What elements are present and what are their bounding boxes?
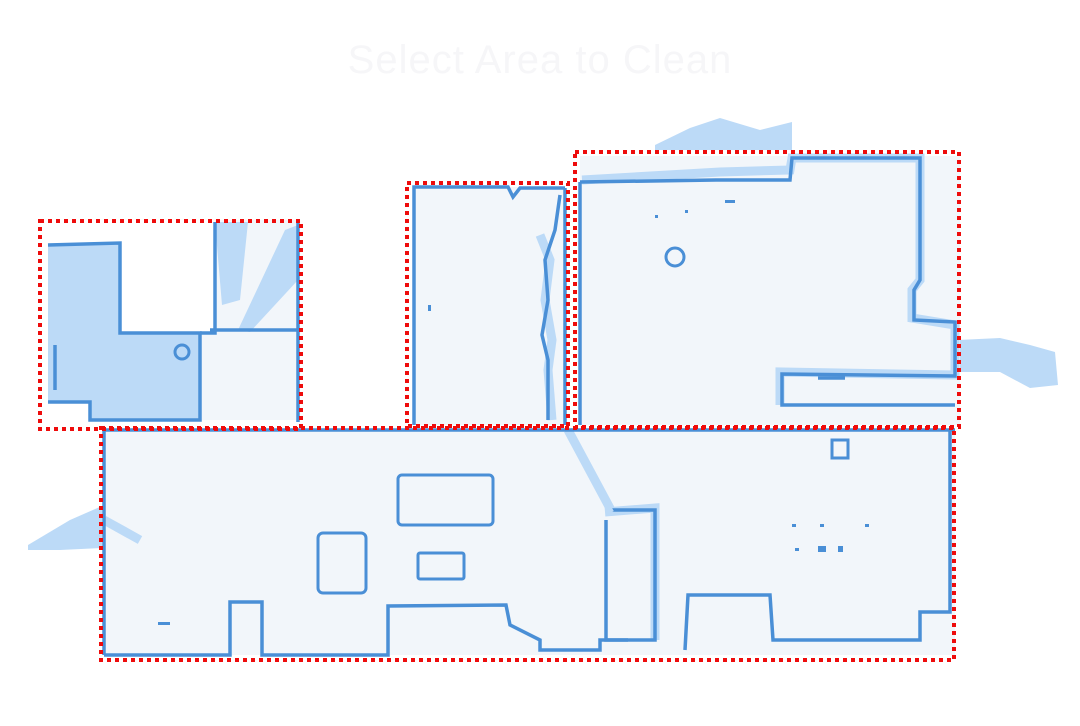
room-1[interactable] xyxy=(47,220,300,422)
room-2[interactable] xyxy=(412,185,567,425)
room-4[interactable] xyxy=(101,427,955,657)
floor-map xyxy=(28,118,1058,662)
room-3[interactable] xyxy=(578,153,960,425)
